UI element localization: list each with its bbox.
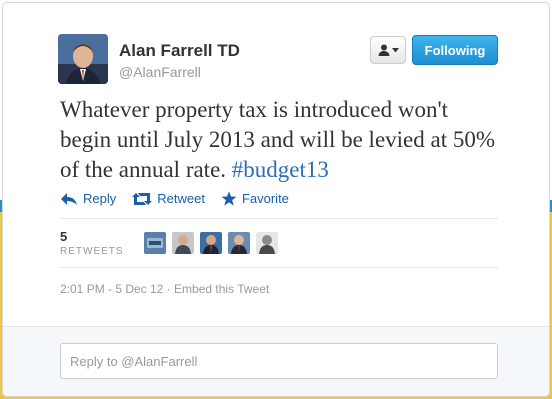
- retweet-icon: [132, 192, 153, 205]
- retweeter-avatar[interactable]: [256, 232, 278, 254]
- divider-top: [60, 218, 498, 219]
- tweet-text: Whatever property tax is introduced won'…: [60, 95, 500, 185]
- favorite-action[interactable]: Favorite: [221, 191, 289, 206]
- author-name[interactable]: Alan Farrell TD: [119, 41, 240, 61]
- reply-label: Reply: [83, 191, 117, 206]
- hashtag-link[interactable]: #budget13: [232, 157, 329, 182]
- tweet-card: Alan Farrell TD @AlanFarrell Following W…: [2, 2, 550, 397]
- author-handle[interactable]: @AlanFarrell: [119, 64, 201, 80]
- star-icon: [221, 191, 237, 206]
- divider-bottom: [60, 267, 498, 268]
- user-actions-button[interactable]: [370, 36, 406, 64]
- retweet-count-label: RETWEETS: [60, 246, 124, 257]
- reply-icon: [61, 192, 77, 205]
- reply-input[interactable]: [61, 344, 497, 378]
- retweet-count[interactable]: 5: [60, 229, 67, 244]
- favorite-label: Favorite: [241, 191, 289, 206]
- avatar-image: [58, 34, 108, 84]
- reply-box[interactable]: [60, 343, 498, 379]
- retweeter-avatar[interactable]: [200, 232, 222, 254]
- retweet-action[interactable]: Retweet: [132, 191, 205, 206]
- reply-action[interactable]: Reply: [60, 191, 116, 206]
- following-button[interactable]: Following: [412, 35, 498, 65]
- retweeter-avatars: [144, 232, 278, 254]
- retweet-label: Retweet: [157, 191, 205, 206]
- avatar[interactable]: [58, 34, 108, 84]
- user-icon: [378, 44, 389, 56]
- tweet-meta[interactable]: 2:01 PM - 5 Dec 12 · Embed this Tweet: [60, 282, 269, 296]
- retweeter-avatar[interactable]: [144, 232, 166, 254]
- tweet-actions: Reply Retweet Favorite: [60, 191, 289, 206]
- retweeter-avatar[interactable]: [228, 232, 250, 254]
- retweeter-avatar[interactable]: [172, 232, 194, 254]
- caret-down-icon: [391, 47, 399, 52]
